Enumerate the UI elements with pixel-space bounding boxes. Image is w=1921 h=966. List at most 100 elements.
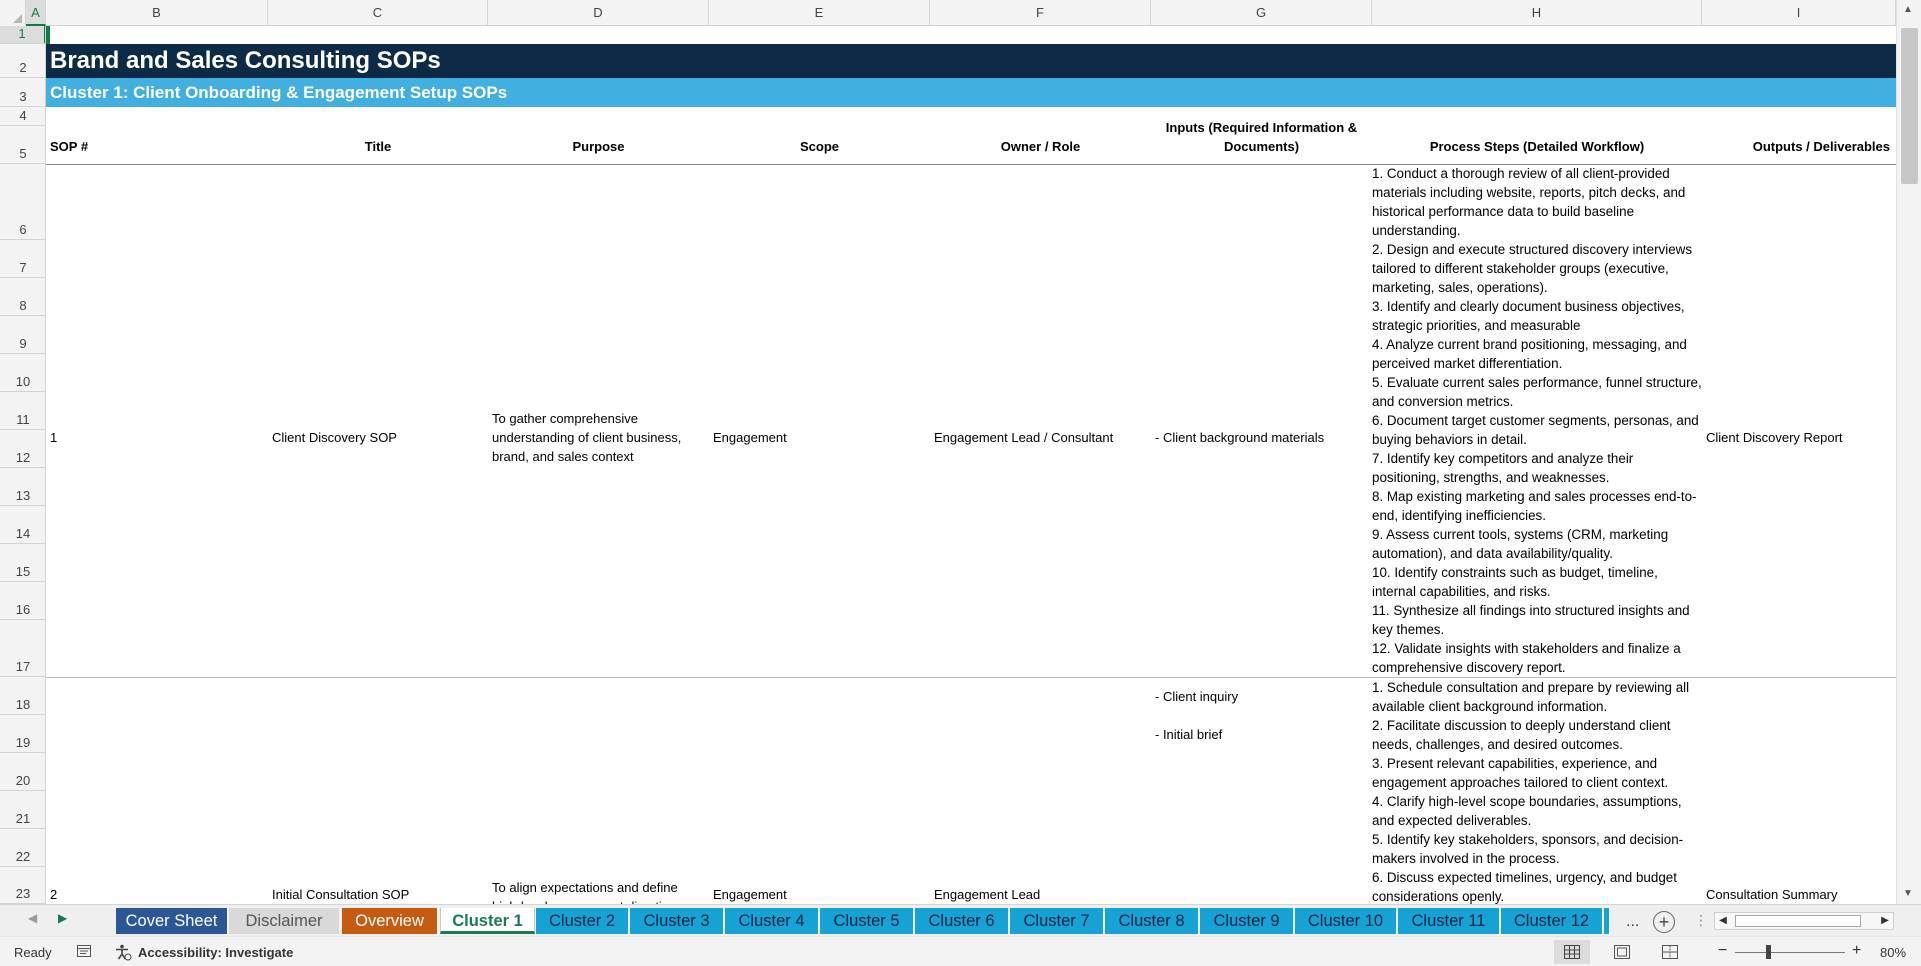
page-layout-view-icon[interactable] (1604, 940, 1640, 964)
tab-partial[interactable] (1604, 908, 1610, 934)
zoom-out-button[interactable]: − (1718, 942, 1727, 960)
tab-overview[interactable]: Overview (342, 908, 438, 934)
record-2-sop[interactable]: 2 (46, 885, 61, 904)
scroll-down-icon[interactable]: ▼ (1903, 888, 1913, 899)
row-header[interactable]: 6 (0, 164, 45, 240)
horizontal-scrollbar[interactable]: ◀ ▶ (1714, 912, 1894, 930)
row-header[interactable]: 16 (0, 582, 45, 620)
header-outputs[interactable]: Outputs / Deliverables (1702, 126, 1896, 164)
row-header[interactable]: 12 (0, 430, 45, 468)
record-2-input[interactable]: - Initial brief (1151, 725, 1226, 744)
triangle-right-icon[interactable]: ▶ (58, 911, 67, 925)
record-2-purpose[interactable]: To align expectations and define high-le… (488, 878, 709, 904)
sheet-grid[interactable]: Brand and Sales Consulting SOPs Cluster … (46, 26, 1896, 904)
column-header-b[interactable]: B (46, 0, 268, 26)
record-1-input[interactable]: - Client background materials (1151, 428, 1328, 447)
tab-cluster-10[interactable]: Cluster 10 (1295, 908, 1397, 934)
row-header[interactable]: 23 (0, 867, 45, 904)
row-header[interactable]: 11 (0, 392, 45, 430)
record-1-outputs[interactable]: Client Discovery Report (1702, 428, 1847, 447)
scroll-left-icon[interactable]: ◀ (1715, 913, 1731, 929)
tab-cluster-12[interactable]: Cluster 12 (1501, 908, 1603, 934)
page-break-view-icon[interactable] (1652, 940, 1688, 964)
zoom-slider-thumb[interactable] (1766, 945, 1771, 959)
vertical-scroll-thumb[interactable] (1901, 28, 1918, 184)
header-inputs[interactable]: Inputs (Required Information & Documents… (1151, 120, 1372, 164)
record-1-title[interactable]: Client Discovery SOP (268, 428, 401, 447)
row-header[interactable]: 21 (0, 791, 45, 829)
normal-view-icon[interactable] (1554, 940, 1590, 964)
record-1-scope[interactable]: Engagement (709, 428, 791, 447)
record-1-purpose[interactable]: To gather comprehensive understanding of… (488, 409, 709, 466)
column-header-a[interactable]: A (26, 0, 46, 26)
row-header[interactable]: 8 (0, 278, 45, 316)
record-2-process-steps[interactable]: 1. Schedule consultation and prepare by … (1372, 678, 1702, 904)
row-header[interactable]: 22 (0, 829, 45, 867)
tab-cluster-1[interactable]: Cluster 1 (440, 908, 535, 934)
row-header[interactable]: 9 (0, 316, 45, 354)
row-header[interactable]: 15 (0, 544, 45, 582)
plus-circle-icon[interactable]: + (1653, 911, 1675, 933)
accessibility-icon[interactable] (114, 943, 132, 964)
row-header[interactable]: 7 (0, 240, 45, 278)
column-header-e[interactable]: E (709, 0, 930, 26)
tab-cluster-2[interactable]: Cluster 2 (536, 908, 629, 934)
tab-cover-sheet[interactable]: Cover Sheet (116, 908, 228, 934)
record-2-outputs[interactable]: Consultation Summary (1702, 885, 1842, 904)
header-sop-number[interactable]: SOP # (46, 126, 268, 164)
tab-cluster-3[interactable]: Cluster 3 (630, 908, 724, 934)
column-header-g[interactable]: G (1151, 0, 1372, 26)
accessibility-status[interactable]: Accessibility: Investigate (138, 945, 293, 960)
zoom-in-button[interactable]: + (1852, 942, 1861, 960)
row-header[interactable]: 18 (0, 677, 45, 715)
tab-cluster-4[interactable]: Cluster 4 (725, 908, 819, 934)
tab-cluster-7[interactable]: Cluster 7 (1010, 908, 1104, 934)
header-owner-role[interactable]: Owner / Role (930, 126, 1151, 164)
column-header-h[interactable]: H (1372, 0, 1702, 26)
row-header[interactable]: 19 (0, 715, 45, 753)
record-2-input[interactable]: - Client inquiry (1151, 687, 1242, 706)
record-2-scope[interactable]: Engagement (709, 885, 791, 904)
column-header-f[interactable]: F (930, 0, 1151, 26)
record-1-owner[interactable]: Engagement Lead / Consultant (930, 428, 1117, 447)
scroll-up-icon[interactable]: ▲ (1903, 4, 1913, 15)
select-all-button[interactable] (0, 0, 26, 26)
tab-cluster-5[interactable]: Cluster 5 (820, 908, 914, 934)
column-header-c[interactable]: C (268, 0, 488, 26)
row-header[interactable]: 20 (0, 753, 45, 791)
zoom-level[interactable]: 80% (1880, 945, 1906, 960)
column-header-i[interactable]: I (1702, 0, 1896, 26)
row-header[interactable]: 17 (0, 620, 45, 677)
row-header[interactable]: 1 (0, 26, 45, 44)
row-header[interactable]: 10 (0, 354, 45, 392)
resize-handle-icon[interactable]: ⋮ (1694, 912, 1708, 929)
row-header[interactable]: 2 (0, 44, 45, 78)
more-tabs-button[interactable]: ... (1626, 913, 1639, 931)
row-header[interactable]: 13 (0, 468, 45, 506)
row-header[interactable]: 4 (0, 107, 45, 126)
tab-cluster-6[interactable]: Cluster 6 (915, 908, 1009, 934)
record-2-owner[interactable]: Engagement Lead (930, 885, 1044, 904)
record-1-sop[interactable]: 1 (46, 428, 61, 447)
zoom-slider[interactable] (1735, 952, 1845, 953)
row-header[interactable]: 14 (0, 506, 45, 544)
active-cell-a1[interactable] (46, 26, 50, 44)
column-header-d[interactable]: D (488, 0, 709, 26)
cluster-heading[interactable]: Cluster 1: Client Onboarding & Engagemen… (46, 78, 1896, 107)
row-header[interactable]: 5 (0, 126, 45, 164)
macro-record-icon[interactable] (76, 943, 92, 962)
header-process-steps[interactable]: Process Steps (Detailed Workflow) (1372, 126, 1702, 164)
sheet-title[interactable]: Brand and Sales Consulting SOPs (46, 44, 1896, 78)
row-header[interactable]: 3 (0, 78, 45, 107)
tab-disclaimer[interactable]: Disclaimer (229, 908, 340, 934)
tab-cluster-8[interactable]: Cluster 8 (1105, 908, 1199, 934)
vertical-scrollbar[interactable]: ▲ ▼ (1896, 0, 1921, 904)
record-1-process-steps[interactable]: 1. Conduct a thorough review of all clie… (1372, 164, 1702, 677)
header-scope[interactable]: Scope (709, 126, 930, 164)
scroll-right-icon[interactable]: ▶ (1877, 913, 1893, 929)
tab-cluster-11[interactable]: Cluster 11 (1398, 908, 1500, 934)
tab-cluster-9[interactable]: Cluster 9 (1200, 908, 1294, 934)
header-purpose[interactable]: Purpose (488, 126, 709, 164)
horizontal-scroll-thumb[interactable] (1735, 915, 1861, 927)
header-title[interactable]: Title (268, 126, 488, 164)
